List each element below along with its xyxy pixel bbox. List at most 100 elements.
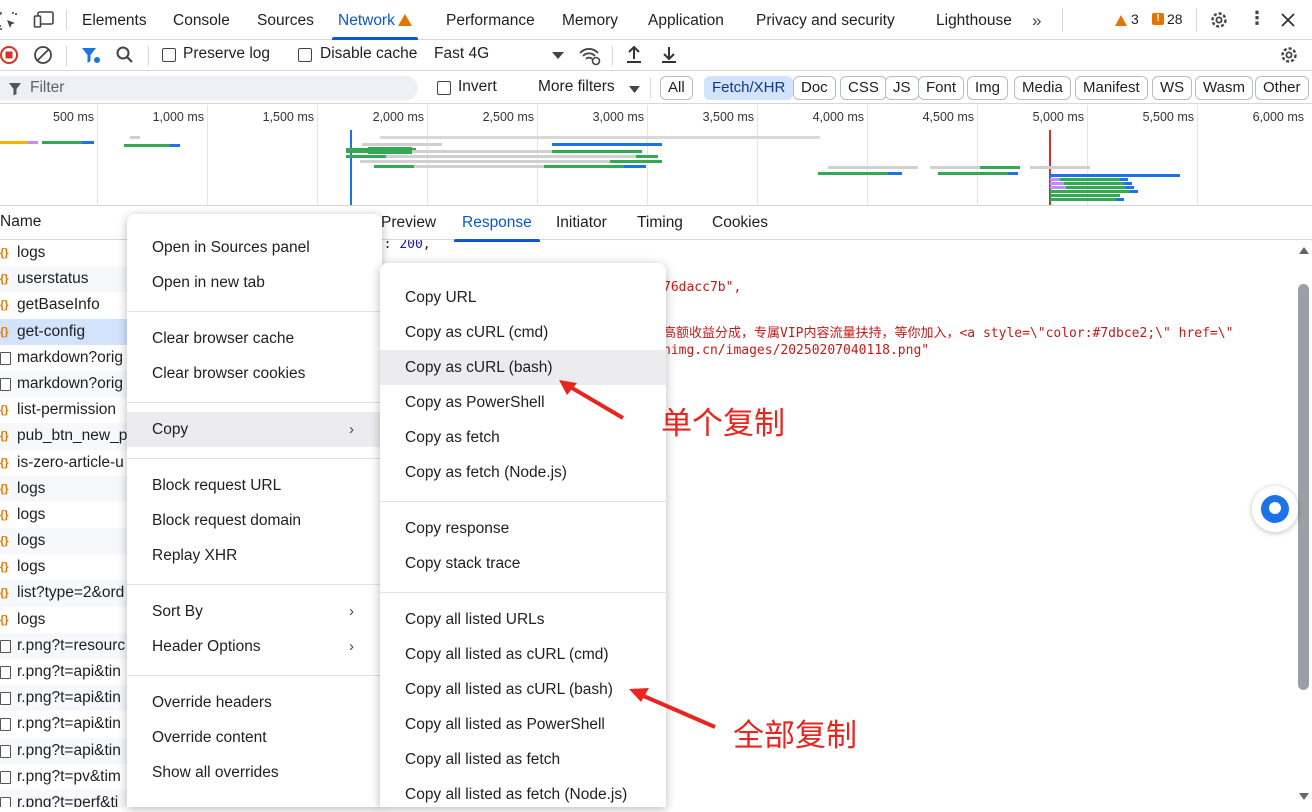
filter-chip-other[interactable]: Other	[1255, 76, 1309, 100]
warnings-counter[interactable]	[1115, 12, 1127, 29]
menu-item[interactable]: Replay XHR	[127, 538, 382, 573]
menu-item[interactable]: Copy as fetch	[380, 420, 666, 455]
filter-chip-css[interactable]: CSS	[840, 76, 887, 100]
search-icon[interactable]	[115, 45, 135, 65]
waterfall-bar	[1050, 198, 1116, 201]
menu-item[interactable]: Copy ›	[127, 412, 382, 447]
request-name: pub_btn_new_p	[17, 427, 128, 445]
filter-chip-media[interactable]: Media	[1014, 76, 1071, 100]
menu-item[interactable]: Clear browser cookies	[127, 356, 382, 391]
xhr-type-icon: {}	[0, 325, 9, 338]
timeline-tick-label: 3,000 ms	[592, 110, 644, 124]
menu-item[interactable]: Copy all listed as fetch	[380, 742, 666, 777]
menu-item[interactable]: Copy response	[380, 511, 666, 546]
timeline-tick-label: 4,000 ms	[812, 110, 864, 124]
filter-chip-font[interactable]: Font	[918, 76, 965, 100]
menu-separator	[127, 457, 382, 459]
issues-icon[interactable]: !	[1152, 13, 1164, 25]
filter-chip-wasm[interactable]: Wasm	[1195, 76, 1253, 100]
menu-item[interactable]: Copy all listed as cURL (bash)	[380, 672, 666, 707]
filter-chip-manifest[interactable]: Manifest	[1075, 76, 1148, 100]
waterfall-bar	[124, 144, 170, 147]
more-tabs-chevron-icon[interactable]: »	[1032, 0, 1041, 40]
tab-performance[interactable]: Performance	[446, 0, 535, 40]
menu-item-label: Copy as PowerShell	[405, 394, 545, 411]
tab-response[interactable]: Response	[454, 214, 540, 242]
network-overview-timeline[interactable]: 500 ms 1,000 ms 1,500 ms 2,000 ms 2,500 …	[0, 105, 1312, 206]
menu-item[interactable]: Copy URL	[380, 280, 666, 315]
menu-item[interactable]: Copy all listed as cURL (cmd)	[380, 637, 666, 672]
xhr-type-icon: {}	[0, 508, 9, 521]
menu-item[interactable]: Block request URL	[127, 468, 382, 503]
tab-privacy-security[interactable]: Privacy and security	[756, 0, 895, 40]
clear-icon[interactable]	[33, 45, 53, 65]
settings-gear-icon[interactable]	[1209, 10, 1229, 30]
filter-chip-img[interactable]: Img	[967, 76, 1009, 100]
request-name: r.png?t=pv&tim	[17, 767, 121, 785]
waterfall-bar	[130, 136, 140, 139]
inspect-element-icon[interactable]	[0, 11, 18, 31]
tab-lighthouse[interactable]: Lighthouse	[936, 0, 1012, 40]
warning-icon	[397, 14, 412, 26]
preserve-log-checkbox[interactable]	[162, 48, 176, 62]
menu-item[interactable]: Header Options ›	[127, 629, 382, 664]
network-conditions-icon[interactable]	[578, 45, 602, 67]
filter-chip-doc[interactable]: Doc	[793, 76, 836, 100]
menu-item[interactable]: Override content	[127, 720, 382, 755]
menu-item[interactable]: Copy stack trace	[380, 546, 666, 581]
waterfall-bar	[636, 155, 658, 158]
menu-item-label: Show all overrides	[152, 764, 279, 781]
scroll-up-arrow-icon[interactable]	[1299, 247, 1309, 254]
filter-chip-js[interactable]: JS	[885, 76, 919, 100]
menu-item[interactable]: Clear browser cache	[127, 321, 382, 356]
menu-item[interactable]: Open in Sources panel	[127, 230, 382, 265]
menu-item[interactable]: Sort By ›	[127, 594, 382, 629]
menu-item[interactable]: Copy as fetch (Node.js)	[380, 455, 666, 490]
stop-recording-icon[interactable]	[0, 45, 20, 65]
filter-funnel-icon[interactable]	[80, 45, 102, 67]
name-column-header[interactable]: Name	[0, 213, 41, 231]
tab-console[interactable]: Console	[173, 0, 230, 40]
invert-checkbox[interactable]	[437, 81, 451, 95]
request-name: getBaseInfo	[17, 296, 100, 314]
tab-timing[interactable]: Timing	[637, 214, 683, 232]
tab-sources[interactable]: Sources	[257, 0, 314, 40]
throttling-select[interactable]: Fast 4G	[434, 45, 489, 63]
close-icon[interactable]	[1280, 12, 1296, 28]
menu-item-label: Override content	[152, 729, 267, 746]
devtools-top-bar: Elements Console Sources Network Perform…	[0, 0, 1312, 40]
tab-memory[interactable]: Memory	[562, 0, 618, 40]
tab-elements[interactable]: Elements	[82, 0, 147, 40]
menu-item[interactable]: Override headers	[127, 685, 382, 720]
network-settings-gear-icon[interactable]	[1279, 45, 1299, 65]
menu-item[interactable]: Copy all listed URLs	[380, 602, 666, 637]
menu-item[interactable]: Open in new tab	[127, 265, 382, 300]
chevron-down-icon	[552, 52, 564, 59]
scroll-down-arrow-icon[interactable]	[1299, 793, 1309, 800]
filter-chip-ws[interactable]: WS	[1152, 76, 1193, 100]
more-options-icon[interactable]: ⋮	[1248, 8, 1266, 29]
response-line-6: nimg.cn/images/20250207040118.png"	[663, 343, 930, 358]
export-har-icon[interactable]	[660, 44, 678, 66]
tab-network[interactable]: Network	[332, 0, 418, 40]
scrollbar-thumb[interactable]	[1298, 284, 1309, 690]
device-toolbar-icon[interactable]	[33, 10, 55, 30]
tab-application[interactable]: Application	[648, 0, 724, 40]
menu-item[interactable]: Copy as cURL (cmd)	[380, 315, 666, 350]
import-har-icon[interactable]	[625, 44, 643, 66]
floating-assistant-button[interactable]	[1252, 486, 1298, 532]
menu-item[interactable]: Copy all listed as PowerShell	[380, 707, 666, 742]
menu-item[interactable]: Block request domain	[127, 503, 382, 538]
filter-chip-fetch-xhr[interactable]: Fetch/XHR	[704, 76, 794, 100]
waterfall-bar	[42, 141, 82, 144]
tab-preview[interactable]: Preview	[381, 214, 436, 232]
disable-cache-checkbox[interactable]	[298, 48, 312, 62]
menu-item[interactable]: Show all overrides	[127, 755, 382, 790]
preserve-log-label: Preserve log	[183, 45, 271, 62]
request-name: r.png?t=api&tin	[17, 741, 121, 759]
filter-input[interactable]: Filter	[0, 76, 418, 100]
filter-chip-all[interactable]: All	[660, 76, 693, 100]
more-filters-dropdown[interactable]: More filters	[538, 78, 615, 96]
tab-cookies[interactable]: Cookies	[712, 214, 768, 232]
tab-initiator[interactable]: Initiator	[556, 214, 607, 232]
